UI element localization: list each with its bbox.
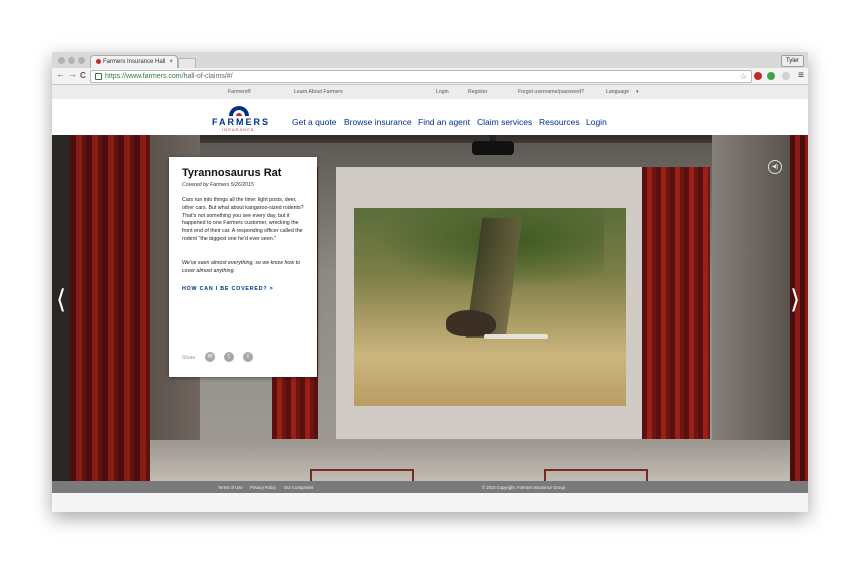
floor-marker xyxy=(310,469,414,481)
projector-icon xyxy=(472,141,514,155)
url-host: https://www.farmers.com xyxy=(105,73,182,80)
favicon-icon xyxy=(96,58,101,64)
browser-window: Farmers Insurance Hall × Tyler ← → C htt… xyxy=(52,52,808,512)
video-frame[interactable] xyxy=(354,208,626,406)
coverage-link[interactable]: HOW CAN I BE COVERED? > xyxy=(182,286,274,292)
minimize-window-button[interactable] xyxy=(68,57,75,64)
next-arrow-icon[interactable]: ⟩ xyxy=(790,285,800,315)
share-label: Share xyxy=(182,355,196,361)
claim-description: Cars run into things all the time: light… xyxy=(182,197,304,242)
maximize-window-button[interactable] xyxy=(78,57,85,64)
nav-get-quote[interactable]: Get a quote xyxy=(292,117,336,127)
site-footer: Terms of Use Privacy Policy Our Companie… xyxy=(52,481,808,493)
profile-button[interactable]: Tyler xyxy=(780,55,804,67)
page-bottom xyxy=(52,493,808,512)
claim-tagline: We've seen almost everything, so we know… xyxy=(182,260,301,274)
forward-button[interactable]: → xyxy=(68,69,77,79)
address-bar[interactable]: https://www.farmers.com/hall-of-claims/#… xyxy=(90,70,752,83)
extension-circle-icon[interactable] xyxy=(782,72,790,80)
terms-link[interactable]: Terms of Use xyxy=(218,485,243,490)
url-path: /hall-of-claims/#/ xyxy=(181,73,233,80)
tab-title: Farmers Insurance Hall xyxy=(103,59,166,65)
companies-link[interactable]: Our Companies xyxy=(284,485,313,490)
copyright-text: © 2015 Copyright, Farmers Insurance Grou… xyxy=(482,485,565,490)
forgot-credentials-link[interactable]: Forgot username/password? xyxy=(518,89,584,95)
nav-resources[interactable]: Resources xyxy=(539,117,580,127)
back-button[interactable]: ← xyxy=(56,69,65,79)
reload-button[interactable]: C xyxy=(80,71,86,80)
previous-arrow-icon[interactable]: ⟨ xyxy=(56,285,66,315)
email-share-icon[interactable]: ✉ xyxy=(205,352,215,362)
nav-find-agent[interactable]: Find an agent xyxy=(418,117,470,127)
lock-icon xyxy=(95,73,102,80)
privacy-link[interactable]: Privacy Policy xyxy=(250,485,276,490)
browser-tab[interactable]: Farmers Insurance Hall × xyxy=(90,55,178,69)
floor xyxy=(70,440,792,481)
video-rat xyxy=(446,310,496,336)
browser-menu-icon[interactable]: ≡ xyxy=(798,69,804,83)
bookmark-star-icon[interactable]: ☆ xyxy=(740,71,747,82)
url-text: https://www.farmers.com/hall-of-claims/#… xyxy=(105,71,233,82)
language-selector[interactable]: Language xyxy=(606,89,629,95)
nav-login[interactable]: Login xyxy=(586,117,607,127)
twitter-share-icon[interactable]: t xyxy=(224,352,234,362)
right-wall xyxy=(712,135,792,481)
nav-browse-insurance[interactable]: Browse insurance xyxy=(344,117,412,127)
claim-card: Tyrannosaurus Rat Covered by Farmers 5/2… xyxy=(169,157,317,377)
logo-subtitle: INSURANCE xyxy=(222,127,255,132)
chevron-down-icon: ▾ xyxy=(636,89,639,95)
logo-wordmark[interactable]: FARMERS xyxy=(212,117,270,127)
video-skateboard xyxy=(484,334,548,339)
floor-marker xyxy=(544,469,648,481)
extension-pin-icon[interactable] xyxy=(767,72,775,80)
utility-login-link[interactable]: Login xyxy=(436,89,449,95)
utility-nav: Farmers® Learn About Farmers Login Regis… xyxy=(52,85,808,99)
claim-date: Covered by Farmers 5/26/2015 xyxy=(182,182,254,188)
sound-toggle-icon[interactable]: ◀) xyxy=(768,160,782,174)
nav-claim-services[interactable]: Claim services xyxy=(477,117,532,127)
browser-toolbar: ← → C https://www.farmers.com/hall-of-cl… xyxy=(52,68,808,85)
learn-about-link[interactable]: Learn About Farmers xyxy=(294,89,343,95)
main-nav: FARMERS INSURANCE Get a quote Browse ins… xyxy=(52,99,808,135)
farmers-logo-icon[interactable] xyxy=(228,104,250,117)
extension-shield-icon[interactable] xyxy=(754,72,762,80)
facebook-share-icon[interactable]: f xyxy=(243,352,253,362)
utility-brand-link[interactable]: Farmers® xyxy=(228,89,251,95)
left-curtain xyxy=(70,135,150,481)
theater-stage: ⟨ ⟩ ◀) Tyrannosaurus Rat Covered by Farm… xyxy=(52,135,808,481)
claim-title: Tyrannosaurus Rat xyxy=(182,167,282,179)
tab-bar: Farmers Insurance Hall × Tyler xyxy=(52,52,808,69)
close-window-button[interactable] xyxy=(58,57,65,64)
inner-right-curtain xyxy=(642,167,710,439)
register-link[interactable]: Register xyxy=(468,89,487,95)
